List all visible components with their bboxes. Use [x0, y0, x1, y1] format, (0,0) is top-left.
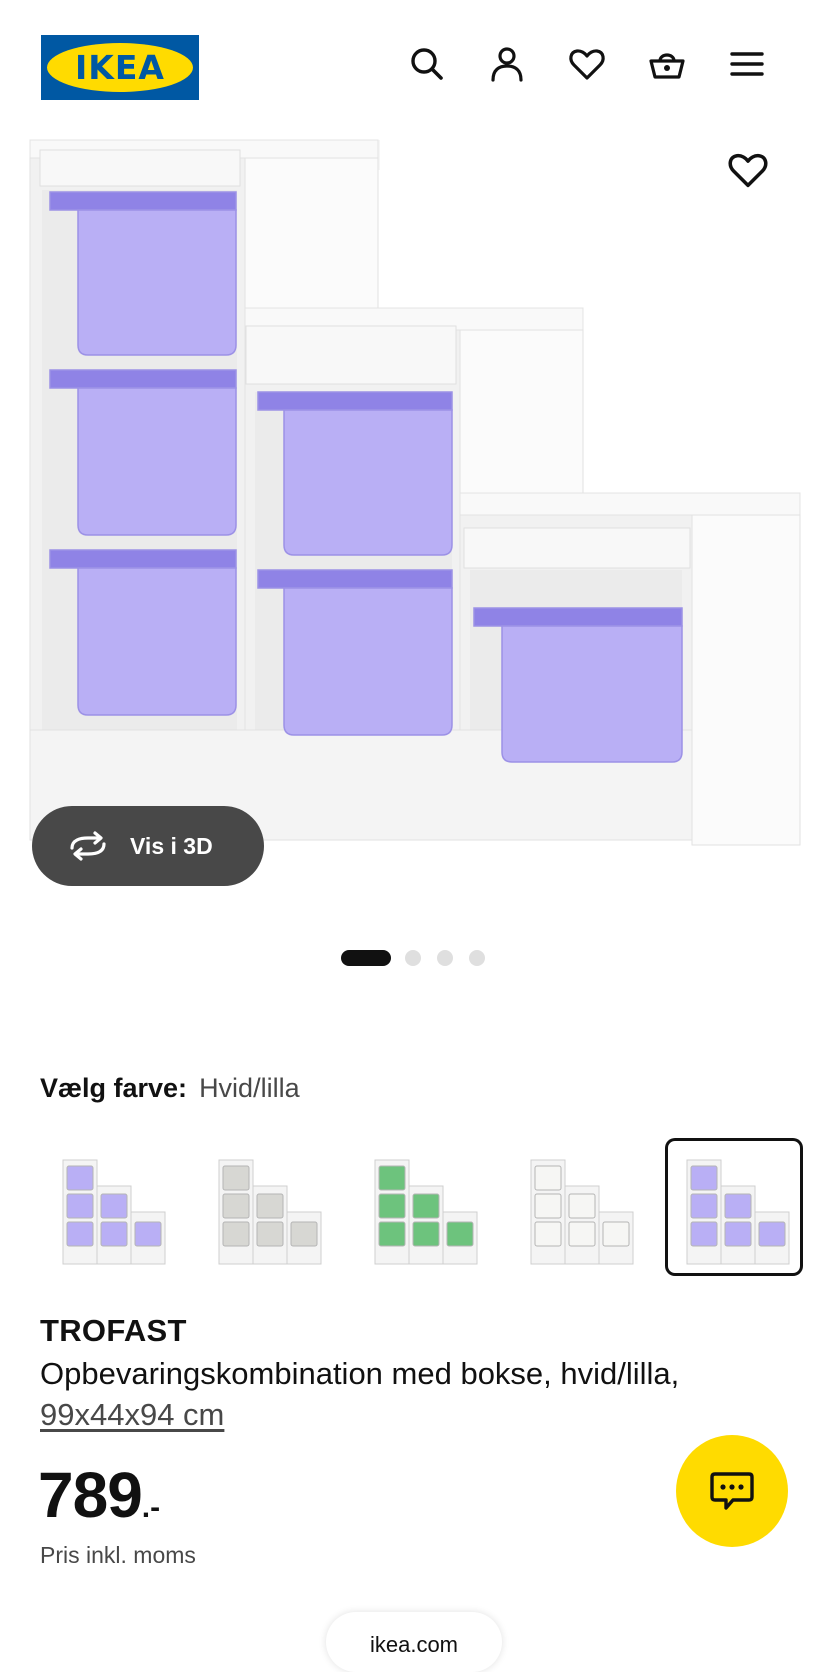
product-description: Opbevaringskombination med bokse, hvid/l… [40, 1353, 780, 1435]
rotate-3d-icon [70, 831, 106, 861]
heart-icon[interactable] [567, 44, 607, 84]
color-option-white-green[interactable] [353, 1138, 491, 1276]
color-option-white-grey[interactable] [197, 1138, 335, 1276]
carousel-dot-3[interactable] [437, 950, 453, 966]
menu-icon[interactable] [727, 44, 767, 84]
product-price: 789.- [38, 1458, 160, 1532]
product-name: TROFAST [40, 1313, 187, 1348]
color-chooser-header: Vælg farve: Hvid/lilla [40, 1073, 300, 1104]
carousel-dot-4[interactable] [469, 950, 485, 966]
vat-note: Pris inkl. moms [40, 1542, 196, 1568]
view-in-3d-label: Vis i 3D [130, 832, 213, 859]
color-option-white-white[interactable] [509, 1138, 647, 1276]
logo-text: IKEA [75, 48, 165, 87]
product-description-text: Opbevaringskombination med bokse, hvid/l… [40, 1356, 680, 1391]
basket-icon[interactable] [647, 44, 687, 84]
add-to-favourites-button[interactable] [726, 148, 770, 192]
view-in-3d-button[interactable]: Vis i 3D [32, 806, 264, 886]
carousel-dot-2[interactable] [405, 950, 421, 966]
price-value: 789 [38, 1459, 143, 1531]
account-icon[interactable] [487, 44, 527, 84]
logo-registered-mark: ® [189, 39, 195, 46]
color-option-white-lilac-selected[interactable] [665, 1138, 803, 1276]
ikea-logo[interactable]: IKEA ® [41, 35, 199, 100]
color-option-white-lilac[interactable] [41, 1138, 179, 1276]
color-chooser-label: Vælg farve: [40, 1073, 188, 1103]
product-size-link[interactable]: 99x44x94 cm [40, 1397, 224, 1432]
browser-url-bar[interactable]: ikea.com [326, 1612, 502, 1672]
product-image[interactable] [0, 130, 828, 910]
chat-icon [710, 1472, 754, 1510]
carousel-dot-1[interactable] [341, 950, 391, 966]
url-text: ikea.com [369, 1632, 459, 1657]
chat-button[interactable] [676, 1435, 788, 1547]
search-icon[interactable] [407, 44, 447, 84]
selected-color-value: Hvid/lilla [199, 1073, 300, 1103]
price-suffix: .- [141, 1491, 161, 1524]
